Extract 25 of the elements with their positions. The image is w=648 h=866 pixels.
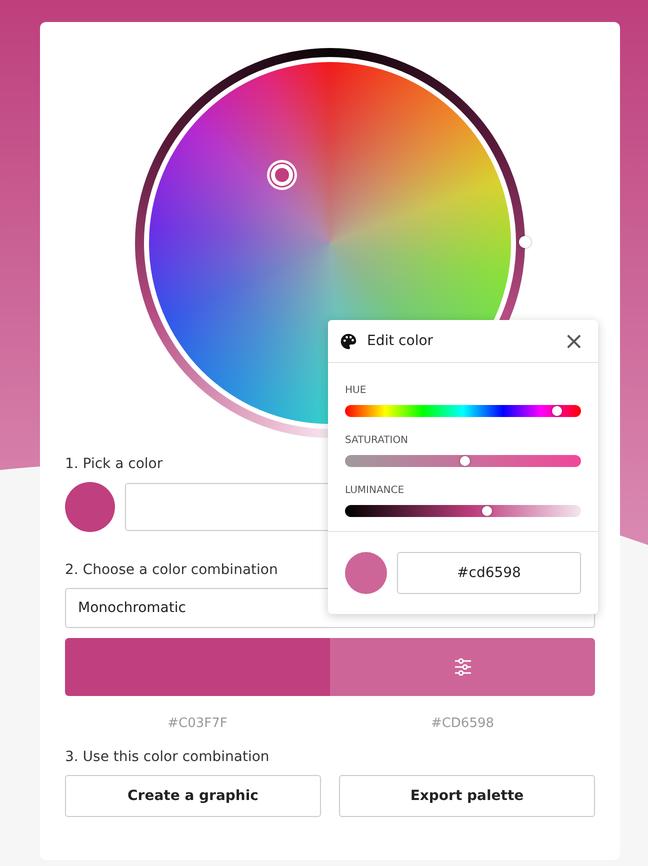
hex-code: #CD6598 [430,716,496,731]
slider-track[interactable] [345,405,581,417]
slider-label: HUE [345,385,368,396]
step-label: 3. Use this color combination [65,749,270,765]
close-button[interactable]: × [562,329,586,353]
slider-label: LUMINANCE [345,485,406,496]
popover-title: Edit color [367,333,434,349]
step-label: 1. Pick a color [65,456,163,472]
sliders-icon[interactable] [452,657,472,677]
slider-track[interactable] [345,505,581,517]
step-label: 2. Choose a color combination [65,562,278,578]
hex-input[interactable]: #cd6598 [397,552,581,594]
color-swatch[interactable] [65,482,115,532]
slider-thumb[interactable] [482,506,492,516]
action-button[interactable]: Create a graphic [65,775,321,817]
action-button[interactable]: Export palette [339,775,595,817]
hex-code: #C03F7F [166,716,228,731]
palette-color[interactable] [65,638,330,696]
palette-color[interactable] [330,638,595,696]
slider-thumb[interactable] [552,406,562,416]
ring-handle[interactable] [519,236,531,248]
slider-track[interactable] [345,455,581,467]
slider-thumb[interactable] [460,456,470,466]
palette-icon [340,332,357,350]
slider-label: SATURATION [345,435,410,446]
